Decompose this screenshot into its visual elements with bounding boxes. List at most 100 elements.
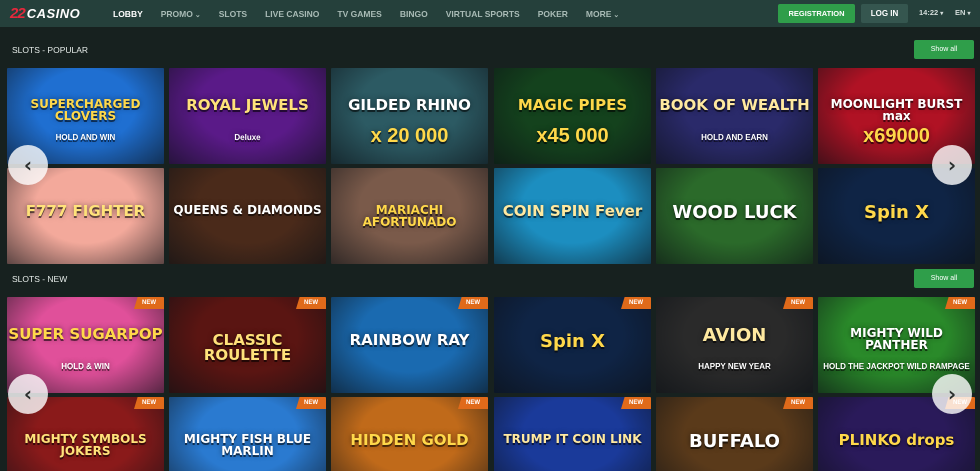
registration-button[interactable]: REGISTRATION (778, 4, 855, 23)
game-subtitle: x 20 000 (370, 125, 449, 147)
chevron-down-icon: ▾ (940, 11, 944, 17)
new-badge: NEW (621, 397, 651, 409)
main-nav: LOBBY PROMO ⌄ SLOTS LIVE CASINO TV GAMES … (113, 0, 637, 27)
new-badge: NEW (783, 397, 813, 409)
section-popular-header: SLOTS - POPULAR Show all (0, 37, 980, 63)
new-badge: NEW (296, 297, 326, 309)
game-title: SUPERCHARGED CLOVERS (30, 97, 141, 123)
nav-poker[interactable]: POKER (538, 9, 568, 19)
game-subtitle: Deluxe (234, 133, 261, 142)
game-title: HIDDEN GOLD (350, 431, 469, 449)
language-code: EN (955, 8, 966, 17)
game-tile[interactable]: MIGHTY FISH BLUE MARLIN NEW (169, 397, 326, 471)
game-title: TRUMP IT COIN LINK (503, 432, 642, 446)
nav-promo-label: PROMO (160, 8, 193, 19)
game-title: QUEENS & DIAMONDS (173, 203, 322, 217)
chevron-left-icon: ‹ (23, 153, 33, 177)
nav-promo[interactable]: PROMO ⌄ (161, 9, 201, 19)
logo-mark: 22 (10, 4, 26, 22)
game-subtitle: HOLD THE JACKPOT WILD RAMPAGE (823, 362, 970, 371)
game-tile[interactable]: RAINBOW RAY NEW (331, 297, 488, 393)
language-selector[interactable]: EN ▾ (955, 8, 971, 17)
chevron-down-icon: ⌄ (194, 11, 201, 19)
game-title: MAGIC PIPES (517, 96, 628, 114)
new-badge: NEW (134, 397, 164, 409)
nav-lobby[interactable]: LOBBY (113, 9, 143, 19)
chevron-down-icon: ⌄ (613, 11, 620, 19)
game-tile[interactable]: Spin X NEW (494, 297, 651, 393)
new-next-button[interactable]: › (932, 374, 972, 414)
top-navbar: 22 CASINO LOBBY PROMO ⌄ SLOTS LIVE CASINO… (0, 0, 980, 27)
game-title: MOONLIGHT BURST max (830, 97, 963, 123)
game-subtitle: x45 000 (536, 125, 609, 147)
show-all-popular-button[interactable]: Show all (914, 40, 974, 59)
game-tile[interactable]: CLASSIC ROULETTE NEW (169, 297, 326, 393)
game-subtitle: HOLD AND WIN (55, 133, 116, 142)
game-tile[interactable]: COIN SPIN Fever (494, 168, 651, 264)
game-tile[interactable]: HIDDEN GOLD NEW (331, 397, 488, 471)
game-title: Spin X (540, 331, 605, 352)
new-badge: NEW (945, 297, 975, 309)
nav-virtual-sports[interactable]: VIRTUAL SPORTS (446, 9, 520, 19)
game-title: BOOK OF WEALTH (659, 96, 810, 114)
chevron-down-icon: ▾ (967, 11, 971, 17)
logo-word: CASINO (26, 5, 81, 21)
game-tile[interactable]: ROYAL JEWELS Deluxe (169, 68, 326, 164)
chevron-right-icon: › (947, 153, 957, 177)
chevron-right-icon: › (947, 382, 957, 406)
game-subtitle: HOLD & WIN (61, 362, 110, 371)
new-badge: NEW (783, 297, 813, 309)
nav-more-label: MORE (585, 8, 612, 19)
nav-more[interactable]: MORE ⌄ (586, 9, 619, 19)
casino-logo[interactable]: 22 CASINO (10, 4, 81, 22)
game-tile[interactable]: TRUMP IT COIN LINK NEW (494, 397, 651, 471)
clock[interactable]: 14:22 ▾ (919, 8, 943, 17)
nav-slots[interactable]: SLOTS (219, 9, 247, 19)
game-title: MIGHTY FISH BLUE MARLIN (183, 432, 312, 458)
game-tile[interactable]: AVION HAPPY NEW YEAR NEW (656, 297, 813, 393)
nav-tv-games[interactable]: TV GAMES (337, 9, 381, 19)
game-tile[interactable]: WOOD LUCK (656, 168, 813, 264)
game-title: AVION (702, 325, 767, 346)
section-popular-title: SLOTS - POPULAR (12, 45, 89, 55)
game-tile[interactable]: BOOK OF WEALTH HOLD AND EARN (656, 68, 813, 164)
game-title: MARIACHI AFORTUNADO (362, 203, 457, 229)
game-title: SUPER SUGARPOP (8, 325, 163, 343)
popular-prev-button[interactable]: ‹ (8, 145, 48, 185)
game-subtitle: x69000 (863, 125, 930, 147)
new-badge: NEW (134, 297, 164, 309)
popular-next-button[interactable]: › (932, 145, 972, 185)
new-prev-button[interactable]: ‹ (8, 374, 48, 414)
game-title: MIGHTY SYMBOLS JOKERS (24, 432, 147, 458)
game-tile[interactable]: GILDED RHINO x 20 000 (331, 68, 488, 164)
game-title: F777 FIGHTER (25, 202, 146, 220)
game-title: BUFFALO (689, 431, 780, 452)
chevron-left-icon: ‹ (23, 382, 33, 406)
game-subtitle: HAPPY NEW YEAR (698, 362, 771, 371)
game-tile[interactable]: MAGIC PIPES x45 000 (494, 68, 651, 164)
game-title: MIGHTY WILD PANTHER (850, 326, 943, 352)
game-title: RAINBOW RAY (349, 331, 470, 349)
nav-bingo[interactable]: BINGO (400, 9, 428, 19)
game-subtitle: HOLD AND EARN (701, 133, 768, 142)
new-badge: NEW (458, 397, 488, 409)
section-new-title: SLOTS - NEW (12, 274, 68, 284)
game-title: COIN SPIN Fever (502, 202, 643, 220)
game-title: WOOD LUCK (672, 202, 797, 223)
clock-time: 14:22 (919, 8, 939, 17)
game-tile[interactable]: QUEENS & DIAMONDS (169, 168, 326, 264)
game-tile[interactable]: MARIACHI AFORTUNADO (331, 168, 488, 264)
game-title: CLASSIC ROULETTE (203, 331, 292, 364)
nav-live-casino[interactable]: LIVE CASINO (265, 9, 319, 19)
game-title: PLINKO drops (838, 431, 955, 449)
game-tile[interactable]: BUFFALO NEW (656, 397, 813, 471)
game-title: GILDED RHINO (348, 96, 471, 114)
game-title: ROYAL JEWELS (186, 96, 309, 114)
new-badge: NEW (621, 297, 651, 309)
game-title: Spin X (864, 202, 929, 223)
section-new-header: SLOTS - NEW Show all (0, 266, 980, 292)
new-badge: NEW (296, 397, 326, 409)
show-all-new-button[interactable]: Show all (914, 269, 974, 288)
login-button[interactable]: LOG IN (861, 4, 908, 23)
new-badge: NEW (458, 297, 488, 309)
